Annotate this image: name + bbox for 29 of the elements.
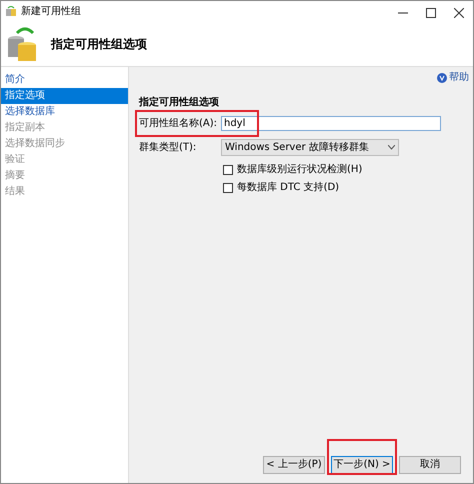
checkbox[interactable]: [223, 182, 233, 192]
page-heading: 指定可用性组选项: [51, 36, 147, 52]
sidebar-item[interactable]: 简介: [1, 72, 128, 88]
sidebar-item[interactable]: 指定选项: [1, 88, 128, 104]
close-button[interactable]: [454, 8, 464, 18]
name-field[interactable]: hdyl: [221, 116, 441, 131]
checkbox-label: 每数据库 DTC 支持(D): [237, 180, 340, 195]
sidebar-item[interactable]: 摘要: [1, 168, 128, 184]
wizard-button[interactable]: < 上一步(P): [263, 456, 325, 474]
chevron-icon: [388, 145, 395, 150]
help-link[interactable]: 帮助: [449, 70, 469, 85]
app-icon: [5, 5, 17, 17]
sidebar-item[interactable]: 指定副本: [1, 120, 128, 136]
wizard-button[interactable]: 取消: [399, 456, 461, 474]
help-icon[interactable]: [437, 72, 447, 82]
section-title: 指定可用性组选项: [139, 95, 220, 110]
sidebar-item[interactable]: 结果: [1, 184, 128, 200]
checkbox[interactable]: [223, 164, 233, 174]
sidebar-item[interactable]: 验证: [1, 152, 128, 168]
field-label: 群集类型(T):: [139, 140, 198, 155]
window-title: 新建可用性组: [21, 4, 81, 18]
maximize-button[interactable]: [426, 8, 436, 18]
checkbox-label: 数据库级别运行状况检测(H): [237, 162, 362, 177]
sidebar-item[interactable]: 选择数据同步: [1, 136, 128, 152]
wizard-button[interactable]: 下一步(N) >: [331, 456, 393, 474]
field-label: 可用性组名称(A):: [138, 116, 218, 131]
database-icon: [7, 24, 39, 62]
sidebar-item[interactable]: 选择数据库: [1, 104, 128, 120]
cluster-type-dropdown[interactable]: Windows Server 故障转移群集: [221, 139, 399, 156]
